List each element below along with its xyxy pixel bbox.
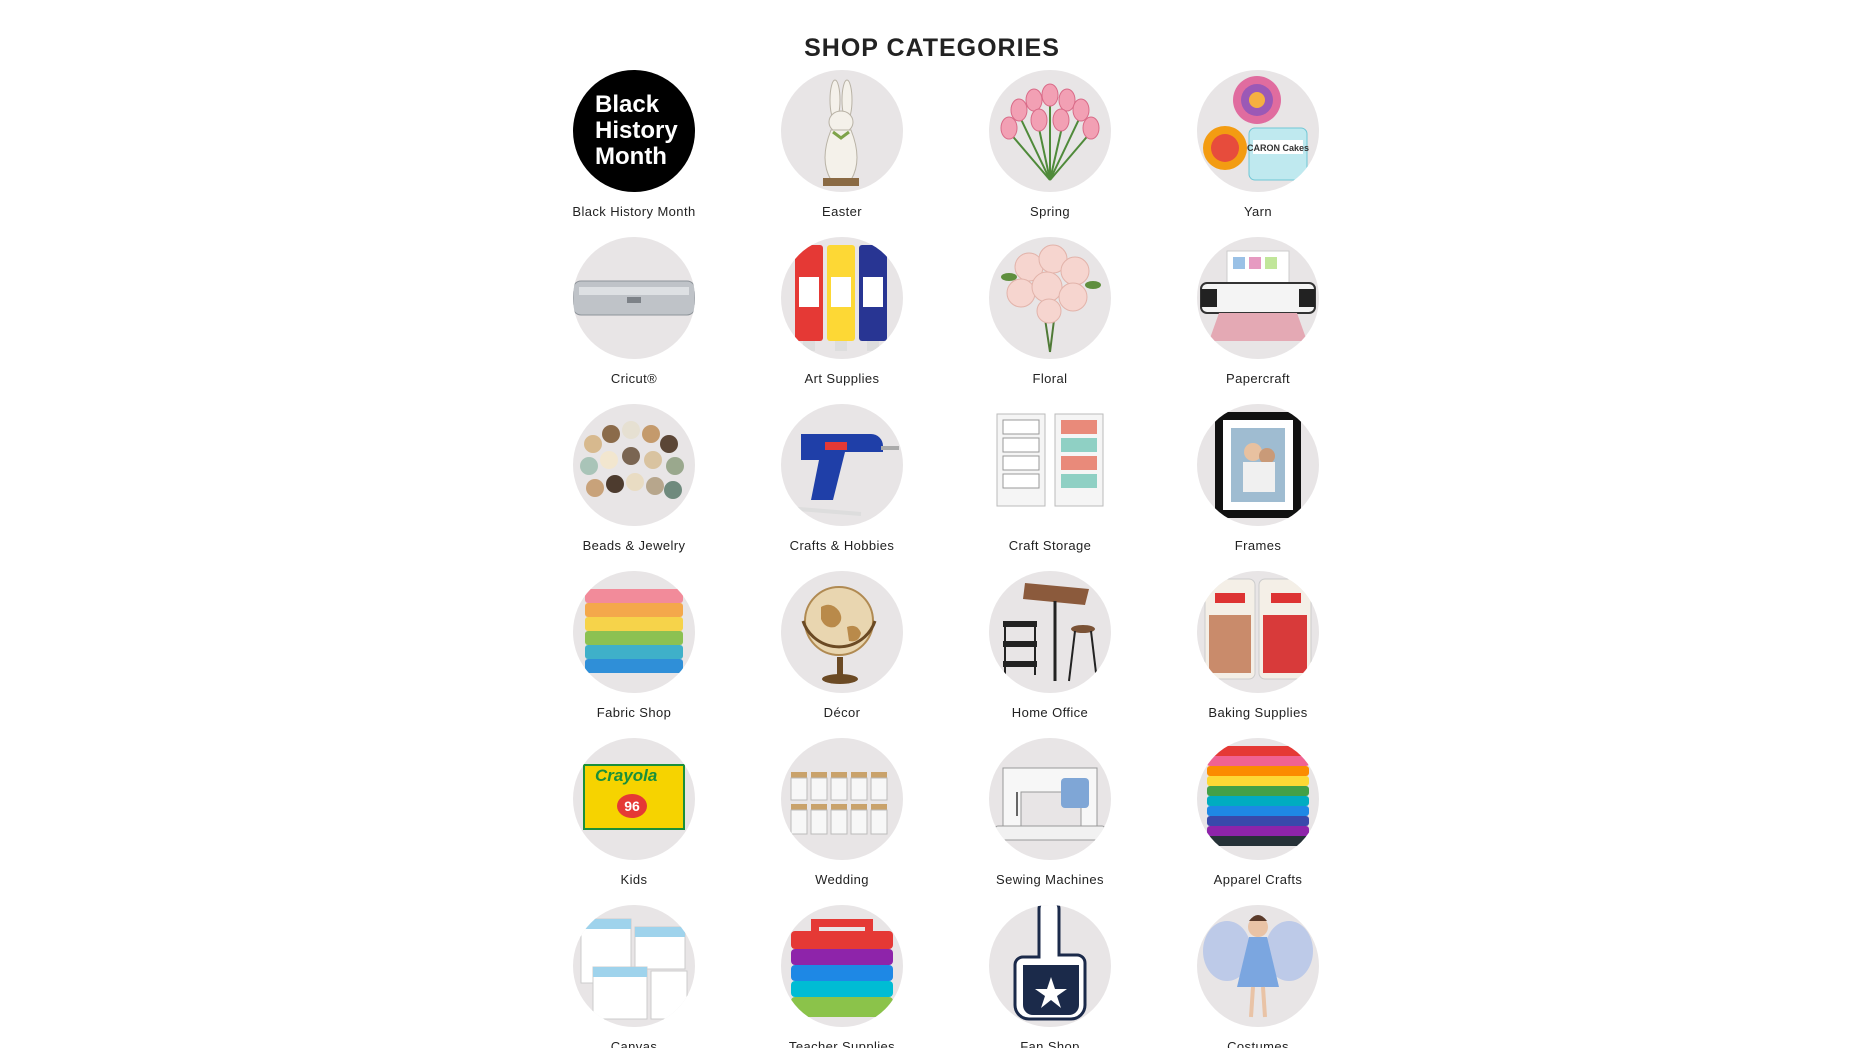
category-label: Beads & Jewelry [582,538,686,553]
canvas-panels-icon [573,905,695,1027]
yarn-brand-text: CARON Cakes [1247,143,1309,153]
category-label: Black History Month [572,204,696,219]
category-yarn[interactable]: CARON Cakes Yarn [1154,70,1362,237]
category-label: Kids [620,872,648,887]
category-label: Décor [823,705,861,720]
category-label: Fan Shop [1020,1039,1080,1048]
category-label: Wedding [815,872,869,887]
category-cricut[interactable]: Cricut® [530,237,738,404]
category-label: Papercraft [1226,371,1290,386]
photo-frame-icon [1197,404,1319,526]
category-label: Costumes [1227,1039,1289,1048]
category-label: Canvas [610,1039,658,1048]
category-baking-supplies[interactable]: Baking Supplies [1154,571,1362,738]
fairy-costume-icon [1197,905,1319,1027]
category-label: Craft Storage [1008,538,1092,553]
category-label: Teacher Supplies [788,1039,896,1048]
category-label: Crafts & Hobbies [789,538,895,553]
caddy-bins-icon [781,905,903,1027]
category-label: Fabric Shop [596,705,672,720]
category-apparel-crafts[interactable]: Apparel Crafts [1154,738,1362,905]
foam-finger-icon [989,905,1111,1027]
category-canvas[interactable]: Canvas [530,905,738,1048]
category-label: Spring [1030,204,1070,219]
candy-bags-icon [1197,571,1319,693]
glue-gun-icon [781,404,903,526]
category-floral[interactable]: Floral [946,237,1154,404]
category-kids[interactable]: Crayola 96 Kids [530,738,738,905]
category-label: Floral [1032,371,1068,386]
category-sewing-machines[interactable]: Sewing Machines [946,738,1154,905]
category-frames[interactable]: Frames [1154,404,1362,571]
category-beads-jewelry[interactable]: Beads & Jewelry [530,404,738,571]
category-spring[interactable]: Spring [946,70,1154,237]
category-label: Cricut® [610,371,658,386]
category-label: Baking Supplies [1208,705,1308,720]
globe-icon [781,571,903,693]
badge-line: Month [595,143,667,170]
category-craft-storage[interactable]: Craft Storage [946,404,1154,571]
crayon-box-icon: Crayola 96 [573,738,695,860]
category-label: Home Office [1011,705,1089,720]
section-heading: SHOP CATEGORIES [804,34,1060,62]
paper-cutter-machine-icon [1197,237,1319,359]
category-label: Yarn [1243,204,1273,219]
category-label: Art Supplies [804,371,880,386]
category-easter[interactable]: Easter [738,70,946,237]
badge-line: Black [595,91,660,118]
category-teacher-supplies[interactable]: Teacher Supplies [738,905,946,1048]
crayon-count-text: 96 [617,794,647,818]
yarn-cakes-icon: CARON Cakes [1197,70,1319,192]
beaded-bracelets-icon [573,404,695,526]
shop-categories-page: SHOP CATEGORIES Black History Month Blac… [0,0,1864,1048]
tulips-icon [989,70,1111,192]
category-papercraft[interactable]: Papercraft [1154,237,1362,404]
bunny-figure-icon [781,70,903,192]
category-costumes[interactable]: Costumes [1154,905,1362,1048]
sewing-machine-icon [989,738,1111,860]
glass-jars-icon [781,738,903,860]
black-history-month-badge: Black History Month [573,70,695,192]
category-grid: Black History Month Black History Month … [530,70,1362,1048]
desk-and-stool-icon [989,571,1111,693]
category-decor[interactable]: Décor [738,571,946,738]
fabric-stack-icon [573,571,695,693]
rose-bouquet-icon [989,237,1111,359]
category-crafts-hobbies[interactable]: Crafts & Hobbies [738,404,946,571]
category-home-office[interactable]: Home Office [946,571,1154,738]
category-wedding[interactable]: Wedding [738,738,946,905]
storage-carts-icon [989,404,1111,526]
folded-shirts-icon [1197,738,1319,860]
category-art-supplies[interactable]: Art Supplies [738,237,946,404]
cutting-machine-icon [573,237,695,359]
crayola-brand-text: Crayola [595,766,658,785]
category-label: Easter [822,204,862,219]
category-black-history-month[interactable]: Black History Month Black History Month [530,70,738,237]
category-label: Frames [1234,538,1282,553]
category-fan-shop[interactable]: Fan Shop [946,905,1154,1048]
category-label: Apparel Crafts [1213,872,1303,887]
paint-tubes-icon [781,237,903,359]
category-fabric-shop[interactable]: Fabric Shop [530,571,738,738]
category-label: Sewing Machines [996,872,1104,887]
badge-line: History [595,117,678,144]
